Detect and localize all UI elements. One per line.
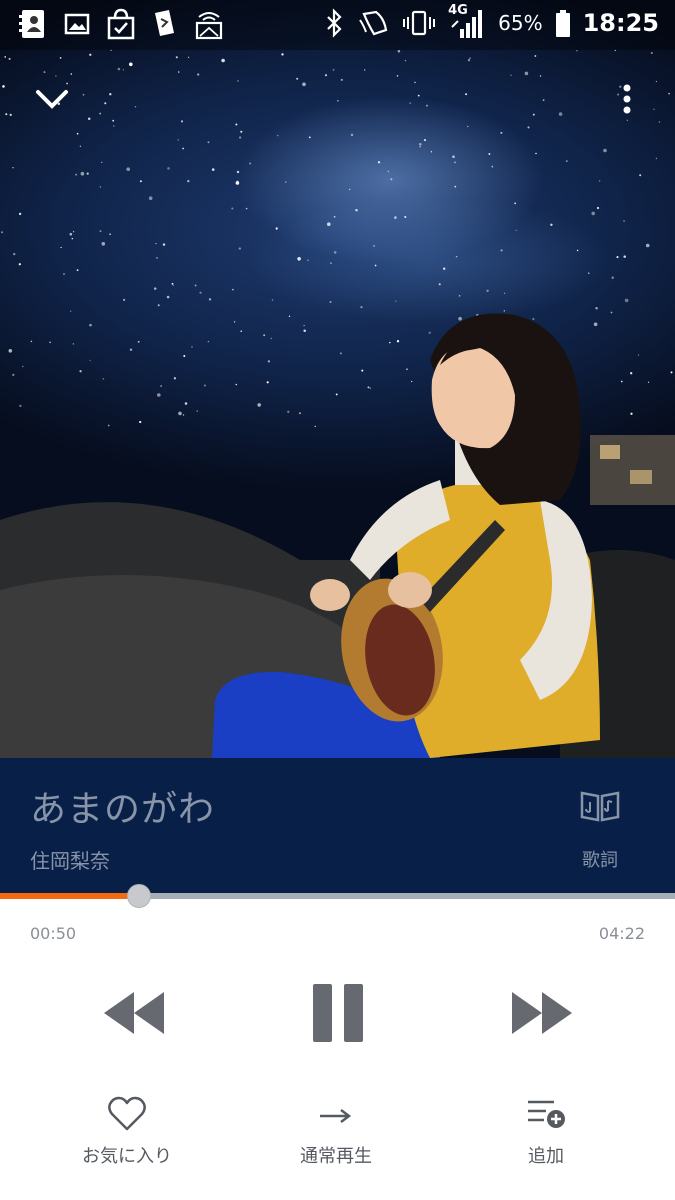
next-button[interactable]: [508, 980, 576, 1046]
battery-percent: 65%: [498, 11, 543, 35]
add-label: 追加: [528, 1146, 564, 1167]
previous-button[interactable]: [100, 980, 168, 1046]
sim-toolkit-icon: [155, 10, 174, 36]
play-mode-button[interactable]: 通常再生: [266, 1096, 406, 1176]
chevron-down-icon: [36, 90, 68, 109]
artist-name: 住岡梨奈: [30, 849, 110, 873]
artwork-illustration: [0, 49, 675, 758]
seek-thumb[interactable]: [127, 884, 152, 908]
signal-icon: 4G: [448, 3, 486, 39]
heart-icon: [108, 1096, 146, 1131]
lyrics-book-icon: [580, 791, 620, 822]
seek-bar[interactable]: [0, 884, 675, 908]
track-info-panel: あまのがわ 住岡梨奈 歌詞: [0, 758, 675, 893]
nfc-icon: [359, 10, 388, 36]
collapse-button[interactable]: [30, 80, 74, 120]
playlist-add-icon: [528, 1100, 565, 1128]
screencast-icon: [195, 12, 223, 40]
gallery-icon: [64, 13, 90, 35]
notification-icons: [18, 7, 224, 41]
album-artwork: [0, 0, 675, 758]
fast-forward-icon: [512, 992, 572, 1034]
shopping-bag-icon: [107, 8, 135, 40]
contacts-icon: [19, 10, 44, 38]
total-duration: 04:22: [598, 924, 645, 943]
arrow-right-icon: [320, 1109, 352, 1123]
pause-icon: [313, 984, 363, 1042]
elapsed-time: 00:50: [30, 924, 77, 943]
play-mode-label: 通常再生: [300, 1146, 372, 1167]
signal-bars: [451, 10, 483, 38]
song-title: あまのがわ: [30, 789, 216, 830]
rewind-icon: [104, 992, 164, 1034]
clock: 18:25: [582, 9, 659, 37]
favorite-label: お気に入り: [82, 1146, 172, 1167]
system-icons: 4G 65% 18:25: [324, 3, 659, 39]
lyrics-button[interactable]: 歌詞: [572, 788, 628, 872]
status-bar: 4G 65% 18:25: [0, 0, 675, 50]
seek-progress-fill: [0, 893, 129, 899]
more-vertical-icon: [623, 84, 631, 114]
add-to-playlist-button[interactable]: 追加: [476, 1096, 616, 1176]
lyrics-label: 歌詞: [582, 850, 618, 871]
vibrate-icon: [403, 10, 436, 36]
pause-button[interactable]: [310, 980, 366, 1046]
bluetooth-icon: [327, 8, 342, 38]
more-options-button[interactable]: [617, 80, 637, 120]
battery-icon: [555, 10, 570, 37]
favorite-button[interactable]: お気に入り: [57, 1096, 197, 1176]
